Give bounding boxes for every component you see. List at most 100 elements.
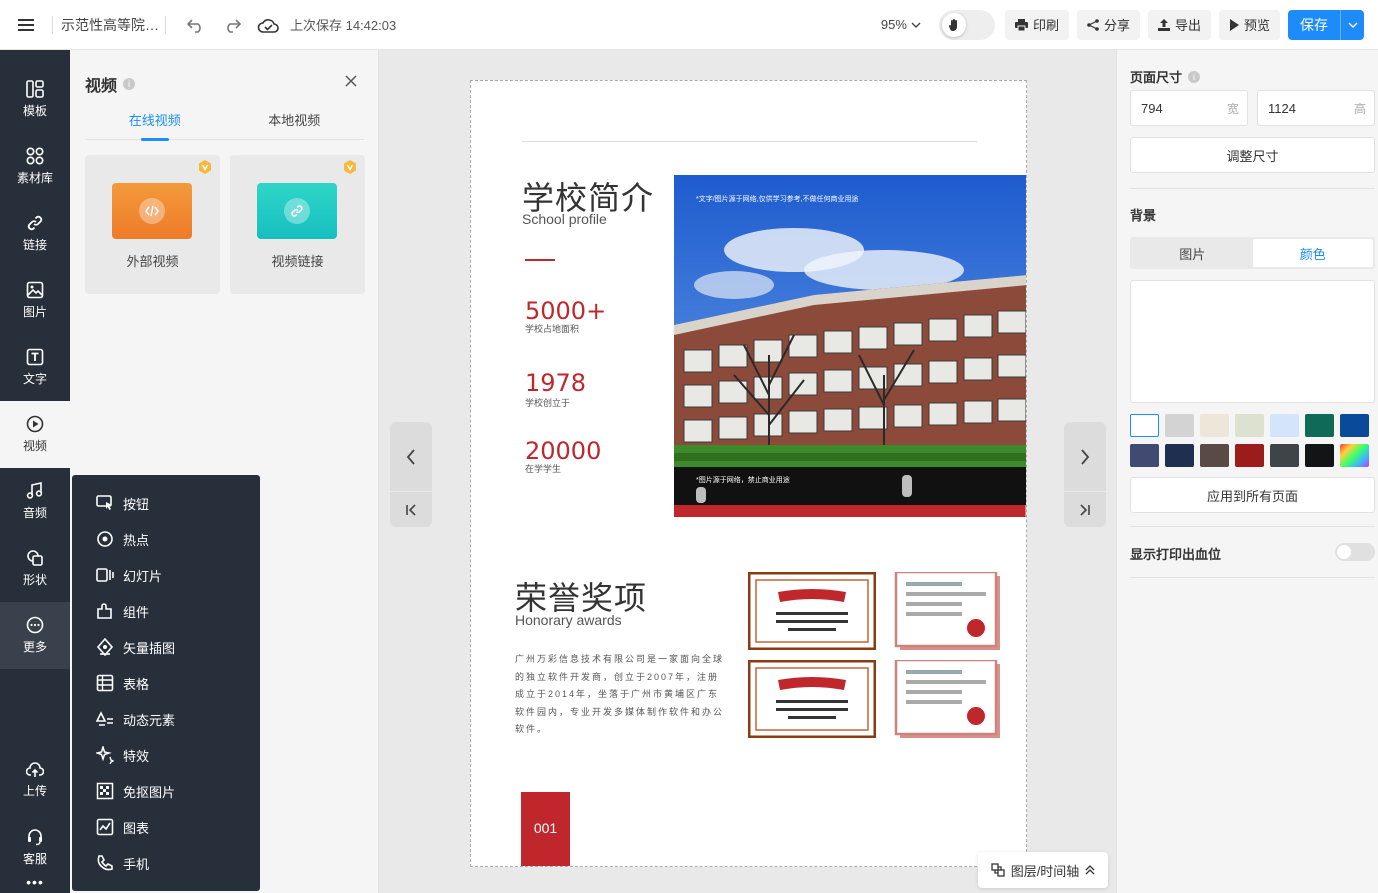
tab-background-color[interactable]: 颜色: [1252, 239, 1373, 267]
print-button[interactable]: 印刷: [1004, 9, 1069, 40]
menu-item-table[interactable]: 表格: [72, 665, 260, 701]
stat-value[interactable]: 1978: [525, 369, 586, 397]
document-title[interactable]: 示范性高等院校宣传册: [61, 15, 159, 35]
rail-item-material-library[interactable]: 素材库: [0, 133, 70, 200]
menu-item-button[interactable]: 按钮: [72, 485, 260, 521]
preview-button[interactable]: 预览: [1218, 9, 1280, 40]
certificate-seal-icon[interactable]: [884, 660, 1012, 738]
menu-item-chart[interactable]: 图表: [72, 809, 260, 845]
rail-item-image[interactable]: 图片: [0, 267, 70, 334]
info-icon[interactable]: i: [1188, 70, 1201, 83]
menu-item-phone[interactable]: 手机: [72, 845, 260, 881]
rail-item-video[interactable]: 视频: [0, 401, 70, 468]
section-subtitle-school-profile[interactable]: School profile: [522, 211, 607, 227]
export-button[interactable]: 导出: [1147, 9, 1211, 40]
color-swatch[interactable]: [1130, 414, 1159, 437]
page-canvas[interactable]: 学校简介 School profile 5000+ 学校占地面积 1978 学校…: [470, 80, 1027, 867]
certificate-seal-icon[interactable]: [884, 572, 1012, 650]
external-video-card[interactable]: 外部视频: [85, 155, 220, 294]
company-paragraph[interactable]: 广州万彩信息技术有限公司是一家面向全球的独立软件开发商，创立于2007年，注册成…: [515, 651, 725, 739]
menu-item-vector-illustration[interactable]: 矢量插图: [72, 629, 260, 665]
color-swatch[interactable]: [1235, 444, 1264, 467]
video-tabs: 在线视频 本地视频: [85, 110, 365, 141]
menu-item-hotspot[interactable]: 热点: [72, 521, 260, 557]
undo-icon[interactable]: [178, 7, 214, 43]
next-page-control: [1064, 422, 1106, 527]
photo-copyright-note[interactable]: *文字/图片源于网络,仅供学习参考,不做任何商业用途: [696, 194, 859, 204]
page-number-block[interactable]: 001: [521, 792, 570, 866]
rail-item-text[interactable]: 文字: [0, 334, 70, 401]
first-page-icon[interactable]: [390, 492, 432, 527]
background-color-preview[interactable]: [1130, 280, 1375, 403]
stat-label[interactable]: 学校占地面积: [525, 322, 579, 335]
tab-online-video[interactable]: 在线视频: [85, 110, 225, 141]
color-swatch[interactable]: [1340, 414, 1369, 437]
color-swatch[interactable]: [1235, 414, 1264, 437]
hotspot-icon: [97, 531, 113, 547]
tab-local-video[interactable]: 本地视频: [225, 110, 365, 139]
menu-item-cutout-image[interactable]: 免抠图片: [72, 773, 260, 809]
card-label: 外部视频: [126, 254, 179, 269]
close-icon[interactable]: [342, 72, 360, 90]
page-height-input[interactable]: 1124 高: [1257, 90, 1375, 126]
school-building-photo[interactable]: *文字/图片源于网络,仅供学习参考,不做任何商业用途 *图片源于网络，禁止商业用…: [674, 175, 1026, 507]
hand-tool-toggle[interactable]: [938, 9, 995, 40]
rail-item-link[interactable]: 链接: [0, 200, 70, 267]
hamburger-menu-icon[interactable]: [0, 0, 52, 50]
certificate-ribbon-icon[interactable]: [748, 660, 876, 738]
color-swatch[interactable]: [1340, 444, 1369, 467]
rail-item-more[interactable]: 更多: [0, 602, 70, 669]
chevron-right-icon[interactable]: [1064, 422, 1106, 492]
bleed-toggle[interactable]: [1335, 543, 1375, 561]
info-icon[interactable]: i: [123, 78, 136, 90]
color-swatch[interactable]: [1270, 444, 1299, 467]
rail-item-template[interactable]: 模板: [0, 66, 70, 133]
chevron-left-icon[interactable]: [390, 422, 432, 492]
redo-icon[interactable]: [214, 7, 250, 43]
stat-value[interactable]: 5000+: [525, 297, 606, 325]
rail-item-upload[interactable]: 上传: [0, 747, 70, 814]
save-options-chevron-icon[interactable]: [1340, 9, 1364, 40]
save-button[interactable]: 保存: [1288, 9, 1364, 40]
photo-copyright-note[interactable]: *图片源于网络，禁止商业用途: [696, 475, 790, 485]
divider: [1130, 188, 1375, 189]
rail-item-audio[interactable]: 音频: [0, 468, 70, 535]
page-width-input[interactable]: 794 宽: [1130, 90, 1248, 126]
tab-background-image[interactable]: 图片: [1132, 239, 1253, 267]
dynamic-element-icon: [96, 711, 113, 726]
stat-label[interactable]: 在学学生: [525, 462, 561, 475]
color-swatch[interactable]: [1305, 444, 1334, 467]
color-swatch[interactable]: [1165, 414, 1194, 437]
last-page-icon[interactable]: [1064, 492, 1106, 527]
stat-value[interactable]: 20000: [525, 437, 601, 465]
video-link-card[interactable]: 视频链接: [230, 155, 365, 294]
rail-item-customer-service[interactable]: 客服: [0, 814, 70, 881]
preview-label: 预览: [1243, 18, 1270, 33]
color-swatch[interactable]: [1130, 444, 1159, 467]
resize-button[interactable]: 调整尺寸: [1130, 137, 1375, 173]
canvas-area[interactable]: 学校简介 School profile 5000+ 学校占地面积 1978 学校…: [380, 50, 1116, 893]
layers-timeline-button[interactable]: 图层/时间轴: [978, 852, 1108, 888]
chart-icon: [96, 818, 114, 836]
color-swatch[interactable]: [1200, 414, 1229, 437]
menu-item-dynamic-element[interactable]: 动态元素: [72, 701, 260, 737]
left-rail: 模板 素材库 链接 图片 文字 视频 音频 形状 更多 上传 客服 •••: [0, 50, 70, 893]
color-swatch[interactable]: [1200, 444, 1229, 467]
apply-to-all-pages-button[interactable]: 应用到所有页面: [1130, 477, 1375, 513]
color-swatch[interactable]: [1270, 414, 1299, 437]
menu-item-slideshow[interactable]: 幻灯片: [72, 557, 260, 593]
divider: [1130, 577, 1375, 578]
rail-more-dots[interactable]: •••: [0, 874, 70, 890]
color-swatch[interactable]: [1305, 414, 1334, 437]
stat-label[interactable]: 学校创立于: [525, 396, 570, 409]
rail-item-shape[interactable]: 形状: [0, 535, 70, 602]
divider: [52, 15, 53, 34]
color-swatch[interactable]: [1165, 444, 1194, 467]
menu-item-effects[interactable]: 特效: [72, 737, 260, 773]
section-subtitle-honorary-awards[interactable]: Honorary awards: [515, 612, 622, 628]
menu-item-component[interactable]: 组件: [72, 593, 260, 629]
certificate-ribbon-icon[interactable]: [748, 572, 876, 650]
zoom-select[interactable]: 95%: [881, 17, 921, 32]
share-button[interactable]: 分享: [1076, 9, 1140, 40]
menu-item-label: 图表: [123, 820, 150, 836]
